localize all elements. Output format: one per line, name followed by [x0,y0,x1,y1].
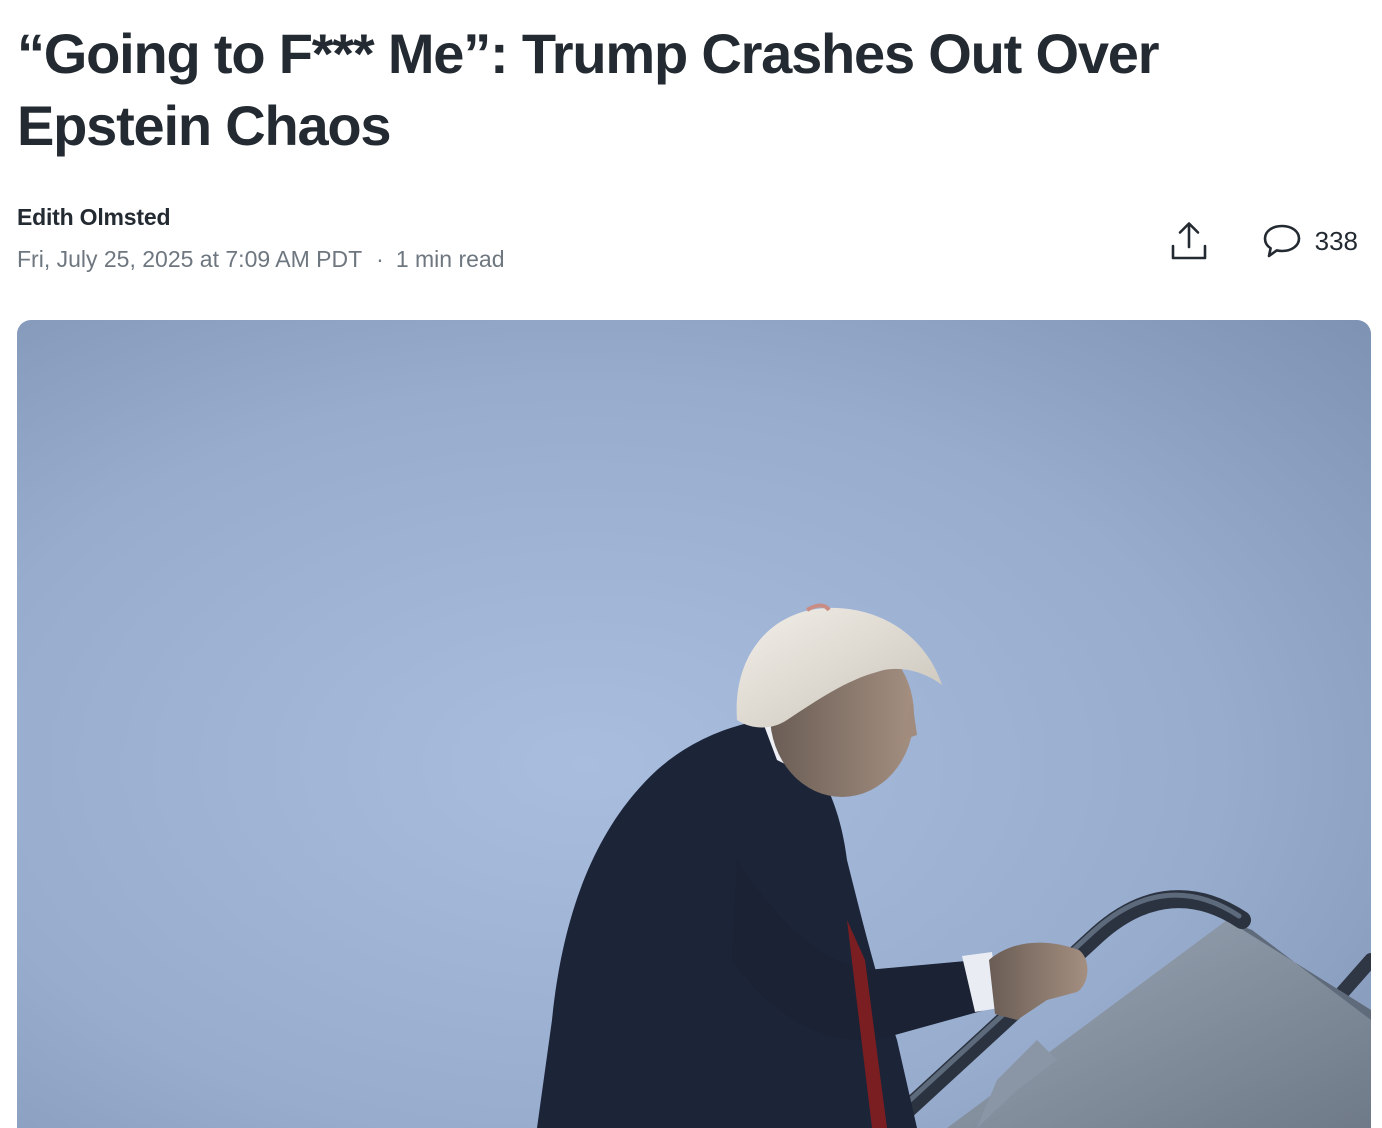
publish-date: Fri, July 25, 2025 at 7:09 AM PDT [17,246,363,272]
article-meta: Fri, July 25, 2025 at 7:09 AM PDT · 1 min … [17,244,505,274]
author-name[interactable]: Edith Olmsted [17,202,171,232]
meta-separator: · [376,246,384,272]
comments-button[interactable]: 338 [1261,219,1358,263]
share-button[interactable] [1167,219,1211,263]
read-time: 1 min read [395,246,505,272]
comment-count: 338 [1314,226,1358,256]
hero-image[interactable] [17,320,1371,1128]
article-actions: 338 [1167,219,1358,263]
hero-photo [17,320,1371,1128]
byline: Edith Olmsted Fri, July 25, 2025 at 7:09… [17,202,1371,282]
article-headline: “Going to F*** Me”: Trump Crashes Out Ov… [17,22,1160,157]
share-icon [1171,222,1206,260]
comment-icon [1261,219,1303,263]
